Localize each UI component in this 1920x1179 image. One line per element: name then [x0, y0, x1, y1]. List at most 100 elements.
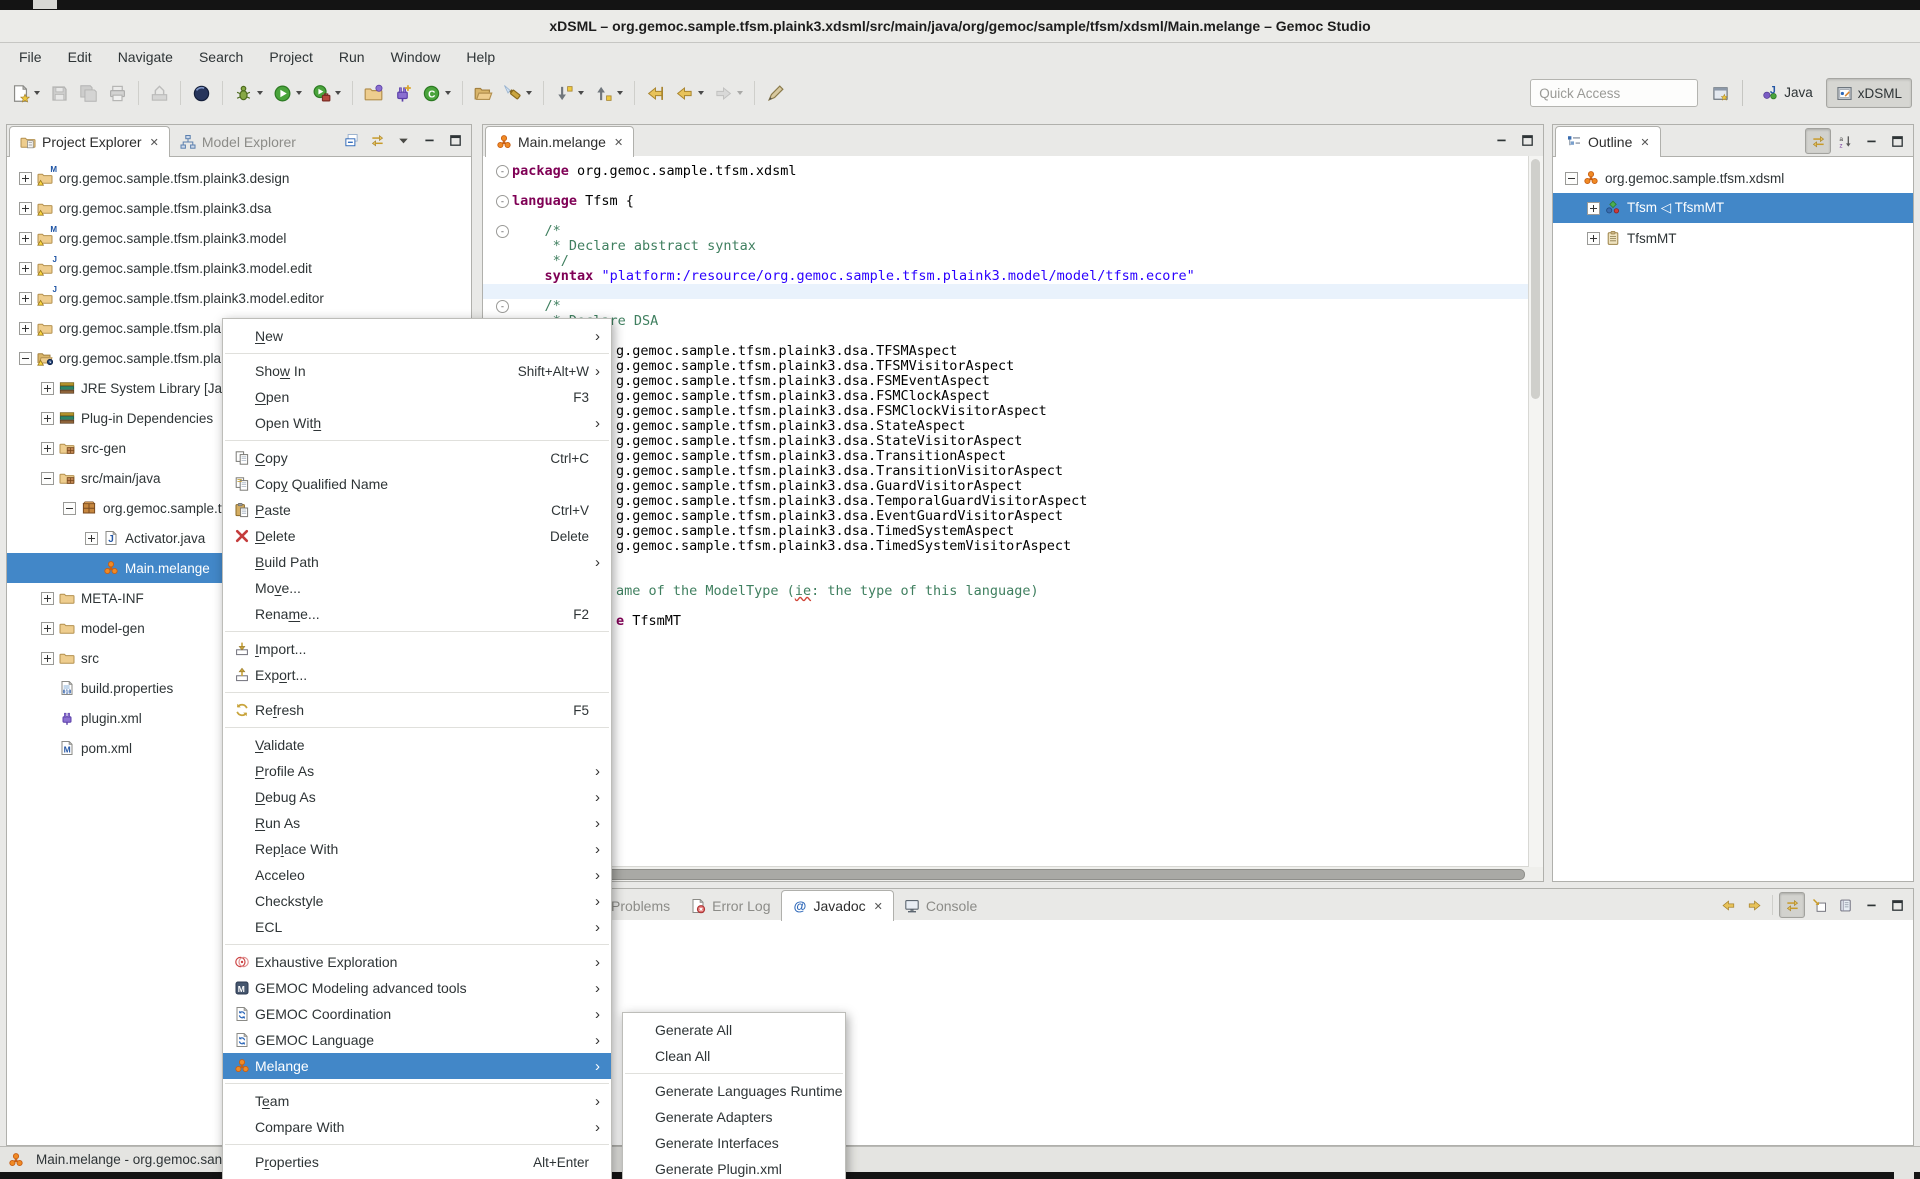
menubar-item-edit[interactable]: Edit [55, 45, 105, 69]
menubar-item-file[interactable]: File [6, 45, 55, 69]
search-button[interactable] [499, 80, 536, 106]
tree-item-org-gemoc-sample-tfsm-plaink3-model-edit[interactable]: Jorg.gemoc.sample.tfsm.plaink3.model.edi… [7, 253, 471, 283]
expander-plus-icon[interactable] [19, 292, 32, 305]
last-edit-location-button[interactable] [642, 80, 669, 106]
close-icon[interactable]: ✕ [614, 136, 623, 149]
perspective-java-button[interactable]: JJava [1753, 78, 1822, 106]
dropdown-arrow-icon[interactable] [578, 91, 584, 95]
fold-collapse-icon[interactable]: - [496, 225, 509, 238]
prev-annotation-button[interactable] [590, 80, 627, 106]
tab-model-explorer[interactable]: Model Explorer [170, 127, 306, 156]
build-all-button[interactable] [146, 80, 173, 106]
tree-item-org-gemoc-sample-tfsm-plaink3-design[interactable]: Morg.gemoc.sample.tfsm.plaink3.design [7, 163, 471, 193]
open-element-button[interactable] [470, 80, 497, 106]
menu-item-show-in[interactable]: Show InShift+Alt+W› [223, 358, 611, 384]
fold-collapse-icon[interactable]: - [496, 165, 509, 178]
dropdown-arrow-icon[interactable] [526, 91, 532, 95]
maximize-button[interactable] [1885, 893, 1909, 917]
expander-plus-icon[interactable] [41, 382, 54, 395]
pin-editor-button[interactable] [762, 80, 789, 106]
menu-item-ecl[interactable]: ECL› [223, 914, 611, 940]
horizontal-scroll-thumb[interactable] [485, 869, 1525, 880]
menu-item-checkstyle[interactable]: Checkstyle› [223, 888, 611, 914]
tree-item-org-gemoc-sample-tfsm-plaink3-model[interactable]: Morg.gemoc.sample.tfsm.plaink3.model [7, 223, 471, 253]
tree-item-org-gemoc-sample-tfsm-plaink3-model-editor[interactable]: Jorg.gemoc.sample.tfsm.plaink3.model.edi… [7, 283, 471, 313]
gemoc-engine-button[interactable] [188, 80, 215, 106]
dropdown-arrow-icon[interactable] [737, 91, 743, 95]
expander-plus-icon[interactable] [19, 322, 32, 335]
menu-item-refresh[interactable]: RefreshF5 [223, 697, 611, 723]
expander-plus-icon[interactable] [41, 442, 54, 455]
save-all-button[interactable] [75, 80, 102, 106]
expander-plus-icon[interactable] [41, 622, 54, 635]
dropdown-arrow-icon[interactable] [335, 91, 341, 95]
new-plugin-project-button[interactable] [389, 80, 416, 106]
expander-minus-icon[interactable] [1565, 172, 1578, 185]
menu-item-acceleo[interactable]: Acceleo› [223, 862, 611, 888]
expander-plus-icon[interactable] [41, 592, 54, 605]
menu-item-rename[interactable]: Rename...F2 [223, 601, 611, 627]
submenu-item-generate-all[interactable]: Generate All [623, 1017, 845, 1043]
minimize-button[interactable] [1859, 893, 1883, 917]
collapse-all-button[interactable] [339, 128, 363, 152]
print-button[interactable] [104, 80, 131, 106]
menu-item-move[interactable]: Move... [223, 575, 611, 601]
new-class-button[interactable]: C [418, 80, 455, 106]
maximize-button[interactable] [443, 128, 467, 152]
menu-item-import[interactable]: Import... [223, 636, 611, 662]
menu-item-open-with[interactable]: Open With› [223, 410, 611, 436]
link-with-editor-button[interactable] [1779, 892, 1805, 918]
submenu-item-generate-interfaces[interactable]: Generate Interfaces [623, 1130, 845, 1156]
menu-item-debug-as[interactable]: Debug As› [223, 784, 611, 810]
menubar-item-window[interactable]: Window [378, 45, 454, 69]
sash-editor-bottom[interactable] [482, 882, 1914, 888]
fold-collapse-icon[interactable]: - [496, 195, 509, 208]
expander-plus-icon[interactable] [41, 652, 54, 665]
debug-button[interactable] [230, 80, 267, 106]
expander-plus-icon[interactable] [85, 532, 98, 545]
quick-access-input[interactable] [1530, 79, 1698, 107]
menu-item-properties[interactable]: PropertiesAlt+Enter [223, 1149, 611, 1175]
external-doc-button[interactable] [1833, 893, 1857, 917]
expander-plus-icon[interactable] [19, 262, 32, 275]
expander-plus-icon[interactable] [19, 202, 32, 215]
dropdown-arrow-icon[interactable] [34, 91, 40, 95]
menu-item-exhaustive-exploration[interactable]: Exhaustive Exploration› [223, 949, 611, 975]
menubar-item-project[interactable]: Project [256, 45, 326, 69]
menu-item-gemoc-coordination[interactable]: GEMOC Coordination› [223, 1001, 611, 1027]
back-arrow-button[interactable] [1716, 893, 1740, 917]
dropdown-arrow-icon[interactable] [698, 91, 704, 95]
menu-item-profile-as[interactable]: Profile As› [223, 758, 611, 784]
submenu-item-generate-plugin-xml[interactable]: Generate Plugin.xml [623, 1156, 845, 1179]
maximize-button[interactable] [1515, 128, 1539, 152]
new-wizard-button[interactable] [7, 80, 44, 106]
perspective-xdsml-button[interactable]: xDSML [1826, 78, 1912, 108]
forward-arrow-button[interactable] [1742, 893, 1766, 917]
expander-minus-icon[interactable] [19, 352, 32, 365]
expander-plus-icon[interactable] [41, 412, 54, 425]
expander-minus-icon[interactable] [63, 502, 76, 515]
run-button[interactable] [269, 80, 306, 106]
tab-error-log[interactable]: Error Log [680, 891, 780, 920]
menu-item-gemoc-modeling-advanced-tools[interactable]: MGEMOC Modeling advanced tools› [223, 975, 611, 1001]
tree-item-org-gemoc-sample-tfsm-plaink3-dsa[interactable]: org.gemoc.sample.tfsm.plaink3.dsa [7, 193, 471, 223]
external-tools-button[interactable] [308, 80, 345, 106]
menu-item-export[interactable]: Export... [223, 662, 611, 688]
menu-item-replace-with[interactable]: Replace With› [223, 836, 611, 862]
sort-az-button[interactable]: az [1833, 129, 1857, 153]
sash-editor-outline[interactable] [1544, 124, 1552, 882]
vertical-scroll-thumb[interactable] [1531, 159, 1540, 399]
fold-collapse-icon[interactable]: - [496, 300, 509, 313]
menubar-item-run[interactable]: Run [326, 45, 378, 69]
tab-main-melange[interactable]: Main.melange✕ [485, 126, 634, 157]
menu-item-validate[interactable]: Validate [223, 732, 611, 758]
menu-item-melange[interactable]: Melange› [223, 1053, 611, 1079]
menu-item-open[interactable]: OpenF3 [223, 384, 611, 410]
expander-plus-icon[interactable] [19, 172, 32, 185]
show-input-button[interactable] [1807, 893, 1831, 917]
menu-item-copy-qualified-name[interactable]: Copy Qualified Name [223, 471, 611, 497]
tab-project-explorer[interactable]: Project Explorer✕ [9, 126, 170, 157]
dropdown-arrow-icon[interactable] [445, 91, 451, 95]
view-menu-button[interactable] [391, 128, 415, 152]
editor-horizontal-scrollbar[interactable] [483, 866, 1529, 881]
